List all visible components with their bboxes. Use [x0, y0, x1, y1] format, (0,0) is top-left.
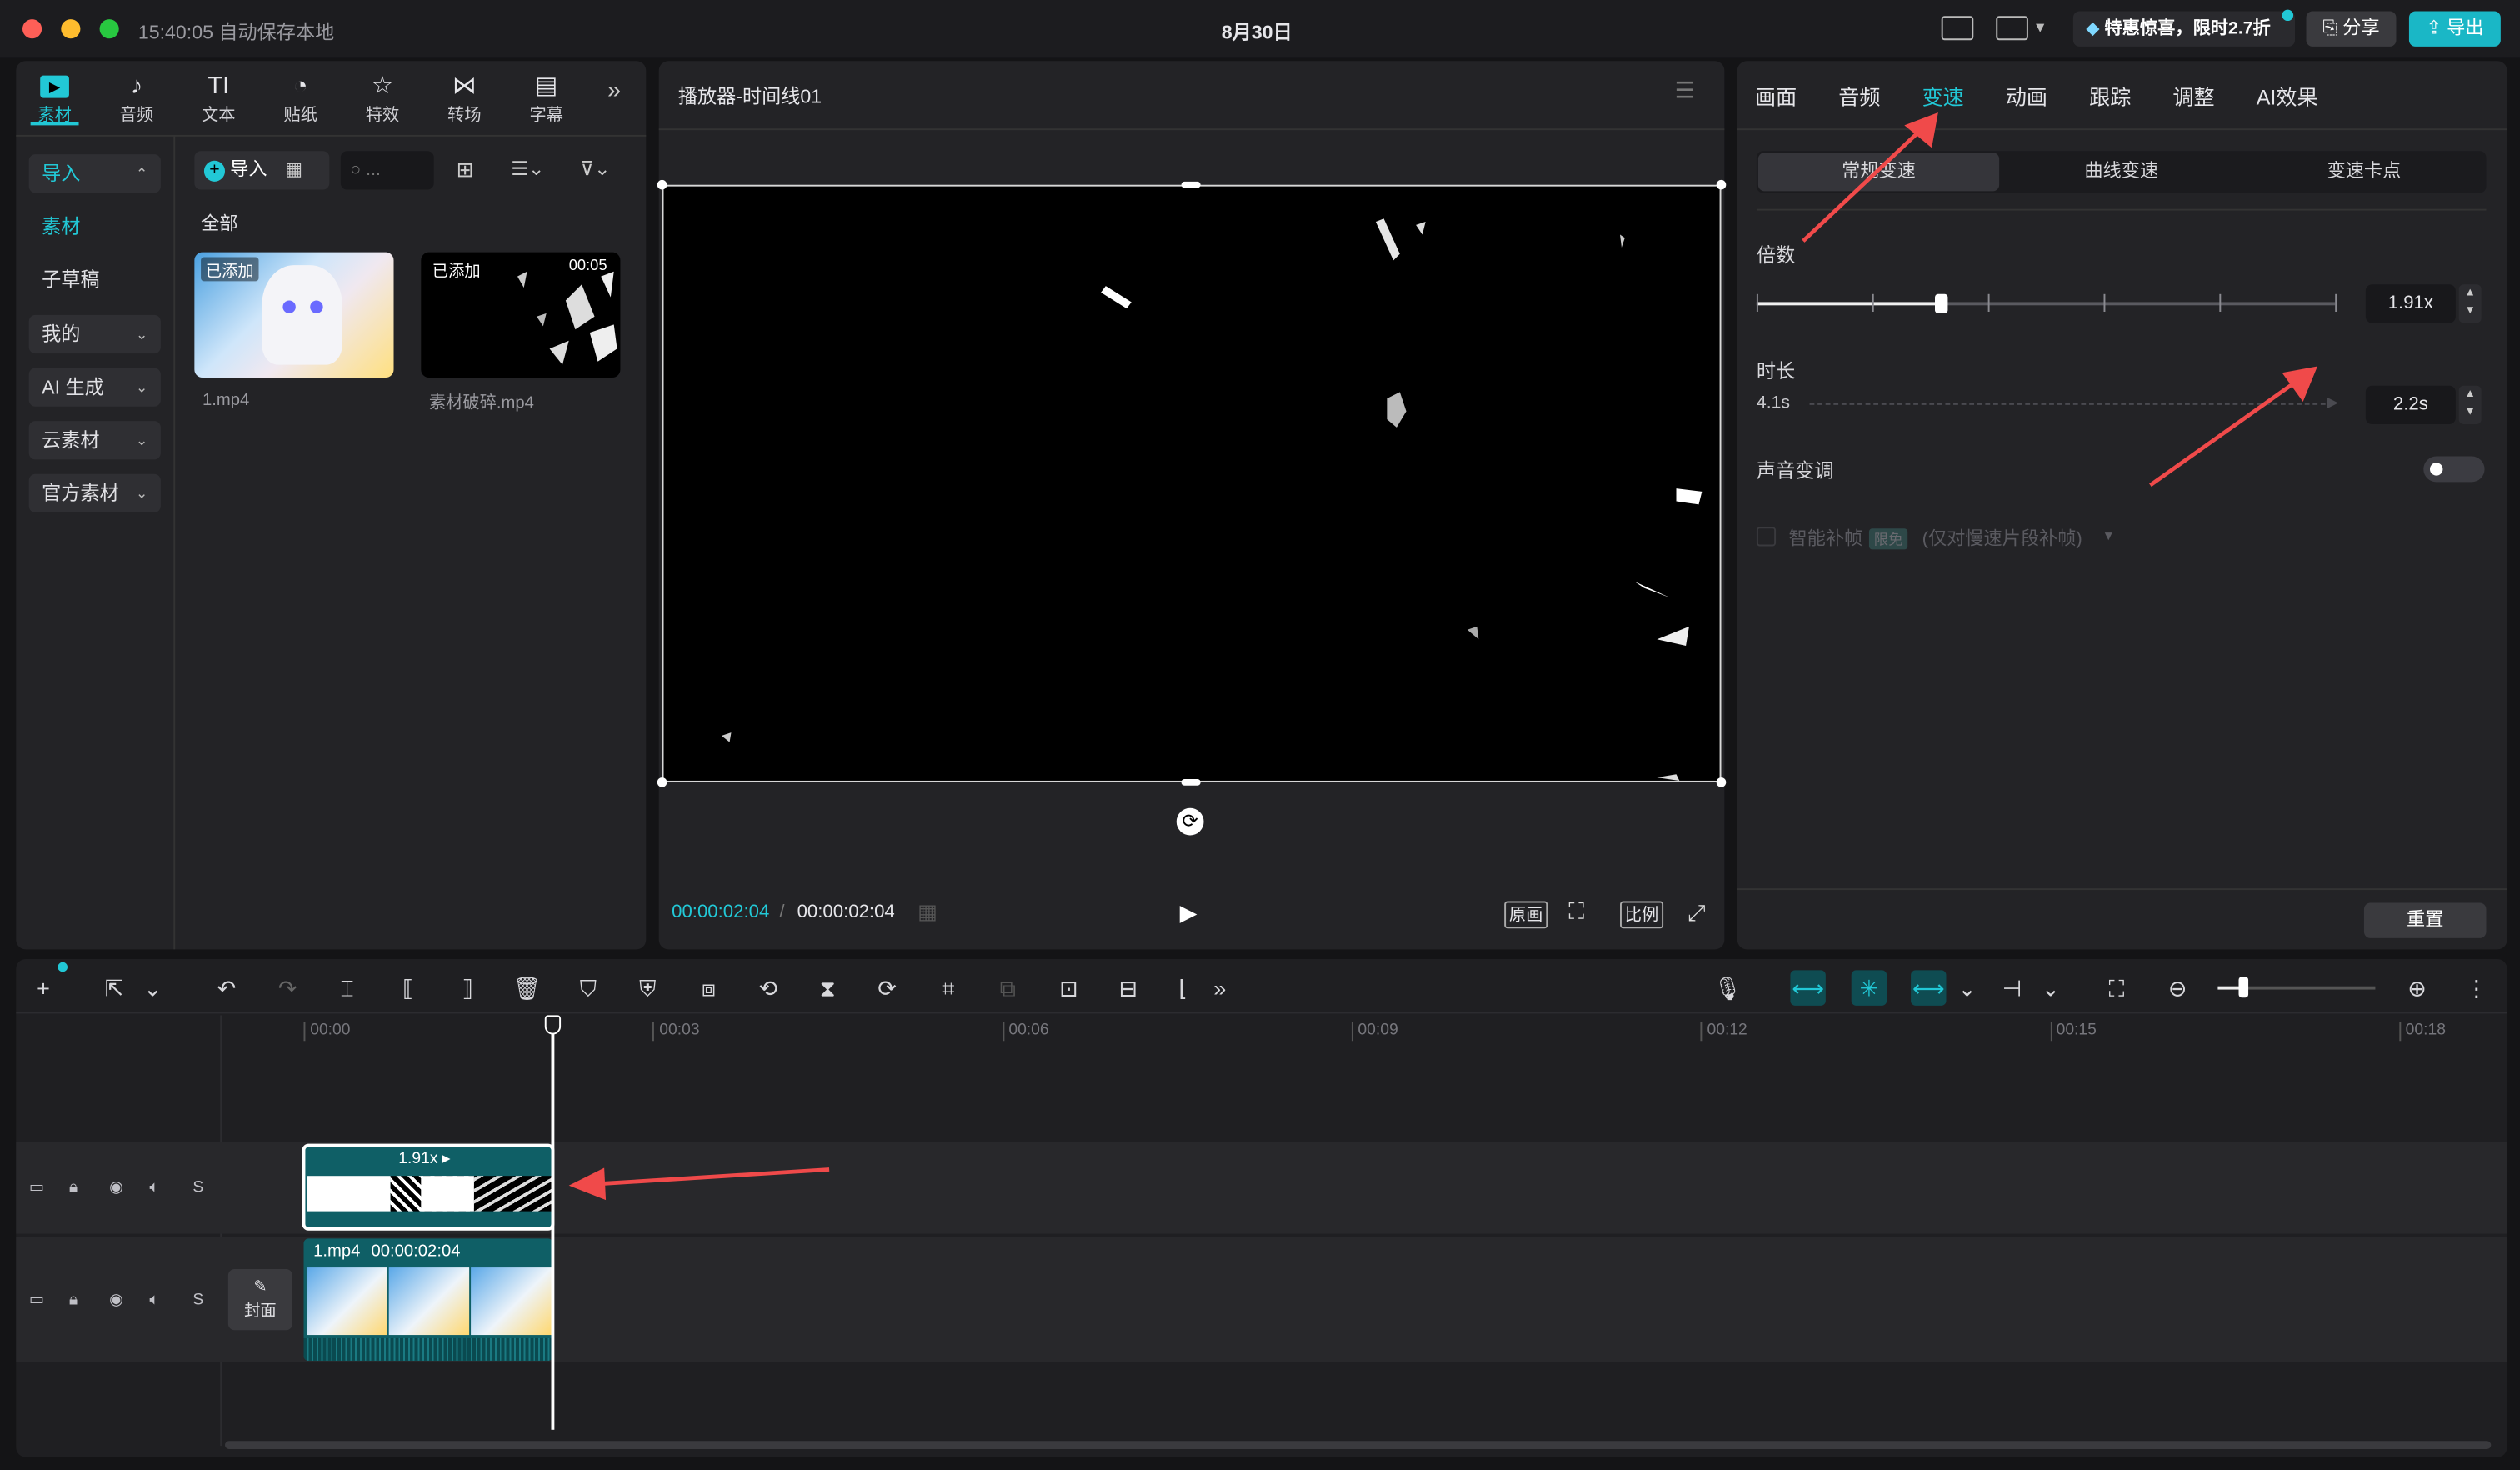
active-tool-indicator — [30, 122, 79, 126]
tool-label: 特效 — [365, 106, 400, 126]
slider-tick — [2219, 293, 2222, 312]
fit-icon[interactable]: ⛶ — [2099, 970, 2134, 1005]
ruler-tick — [1700, 1022, 1702, 1042]
tool-label: 贴纸 — [283, 106, 318, 126]
annotation-arrow — [2149, 380, 2297, 488]
split-icon[interactable]: ⌶ — [329, 970, 364, 1005]
shield-icon[interactable]: ⛨ — [630, 970, 665, 1005]
microphone-icon[interactable]: 🎙︎ — [1710, 970, 1745, 1005]
annotation-arrow-head — [2282, 366, 2318, 402]
tool-label: 文本 — [202, 106, 236, 126]
redo-icon[interactable]: ↷ — [270, 970, 305, 1005]
chevron-down-icon[interactable]: ⌄ — [1949, 970, 1984, 1005]
crop-icon[interactable]: ⌗ — [931, 970, 966, 1005]
rotate-icon[interactable]: ⟳ — [869, 970, 904, 1005]
tool-media[interactable]: ▶ 素材 — [19, 71, 90, 127]
add-track-icon[interactable]: + — [26, 970, 61, 1005]
tool-label: 音频 — [119, 106, 154, 126]
tab-4[interactable]: 跟踪 — [2089, 80, 2131, 111]
chevron-down-icon[interactable]: ⌄ — [135, 970, 170, 1005]
tool-label: 字幕 — [529, 106, 563, 126]
media-icon: ▶ — [40, 75, 69, 98]
tab-3[interactable]: 动画 — [2006, 80, 2048, 111]
caption-icon[interactable]: ⊟ — [1111, 970, 1146, 1005]
linkage-icon[interactable]: ⟷ — [1911, 970, 1947, 1006]
mirror-icon[interactable]: ⧗ — [810, 970, 845, 1005]
ruler-label: 00:15 — [2056, 1022, 2097, 1040]
split-left-icon[interactable]: ⟦ — [391, 970, 426, 1005]
link-main-icon[interactable]: ⟷ — [1790, 970, 1826, 1006]
tool-sticker[interactable]: ◔ 贴纸 — [265, 71, 336, 127]
subtitle-icon: ▤ — [535, 72, 558, 100]
sticker-icon: ◔ — [292, 72, 308, 100]
zoom-in-icon[interactable]: ⊕ — [2399, 970, 2434, 1005]
ruler-label: 00:03 — [659, 1022, 700, 1040]
trim-icon[interactable]: ⌊ — [1165, 970, 1200, 1005]
ruler-tick — [652, 1022, 655, 1042]
pip-icon[interactable]: ⧉ — [990, 970, 1025, 1005]
tool-transition[interactable]: ⋈ 转场 — [429, 71, 500, 127]
ruler-tick — [1002, 1022, 1004, 1042]
delete-icon[interactable]: 🗑︎ — [509, 970, 544, 1005]
reverse-icon[interactable]: ⟲ — [751, 970, 786, 1005]
tool-text[interactable]: TI 文本 — [183, 71, 254, 127]
slider-tick — [2335, 293, 2338, 312]
tab-6[interactable]: AI效果 — [2257, 80, 2318, 111]
marker-icon[interactable]: ⛉ — [571, 970, 606, 1005]
tool-audio[interactable]: ♪ 音频 — [101, 71, 172, 127]
tool-label: 转场 — [448, 106, 482, 126]
annotation-arrow-head — [568, 1168, 607, 1201]
ruler-tick — [1351, 1022, 1353, 1042]
split-right-icon[interactable]: ⟧ — [450, 970, 485, 1005]
chevron-down-icon[interactable]: ⌄ — [2033, 970, 2068, 1005]
tool-subtitle[interactable]: ▤ 字幕 — [511, 71, 582, 127]
slider-tick — [1756, 293, 1758, 312]
audio-icon: ♪ — [130, 72, 143, 100]
slider-tick — [2103, 293, 2106, 312]
undo-icon[interactable]: ↶ — [209, 970, 244, 1005]
preview-axis-icon[interactable]: ⊣ — [1994, 970, 2029, 1005]
zoom-slider-handle[interactable] — [2238, 977, 2249, 998]
tab-2[interactable]: 变速 — [1922, 80, 1964, 111]
annotation-arrow — [598, 1168, 830, 1187]
more-icon[interactable]: » — [1202, 970, 1238, 1005]
freeze-icon[interactable]: ⧈ — [691, 970, 726, 1005]
annotation-arrow — [1802, 130, 1921, 242]
ruler-tick — [2398, 1022, 2401, 1042]
ruler-tick — [2049, 1022, 2052, 1042]
select-tool-icon[interactable]: ⇱ — [97, 970, 132, 1005]
extract-icon[interactable]: ⊡ — [1051, 970, 1086, 1005]
slider-tick — [1988, 293, 1990, 312]
effects-icon: ☆ — [372, 72, 393, 100]
more-options-icon[interactable]: ⋮ — [2459, 970, 2494, 1005]
ruler-label: 00:06 — [1008, 1022, 1049, 1040]
tool-effects[interactable]: ☆ 特效 — [348, 71, 418, 127]
tab-0[interactable]: 画面 — [1755, 80, 1797, 111]
slider-tick — [1872, 293, 1874, 312]
ruler-label: 00:00 — [310, 1022, 351, 1040]
ruler-label: 00:18 — [2405, 1022, 2446, 1040]
ruler-label: 00:09 — [1358, 1022, 1398, 1040]
tab-1[interactable]: 音频 — [1838, 80, 1880, 111]
transition-icon: ⋈ — [452, 72, 477, 100]
zoom-out-icon[interactable]: ⊖ — [2160, 970, 2195, 1005]
tab-5[interactable]: 调整 — [2172, 80, 2214, 111]
text-icon: TI — [208, 72, 230, 100]
ruler-label: 00:12 — [1707, 1022, 1748, 1040]
ruler-tick — [303, 1022, 306, 1042]
magnet-icon[interactable]: ✳ — [1851, 970, 1888, 1006]
annotation-arrows — [568, 112, 2318, 1201]
